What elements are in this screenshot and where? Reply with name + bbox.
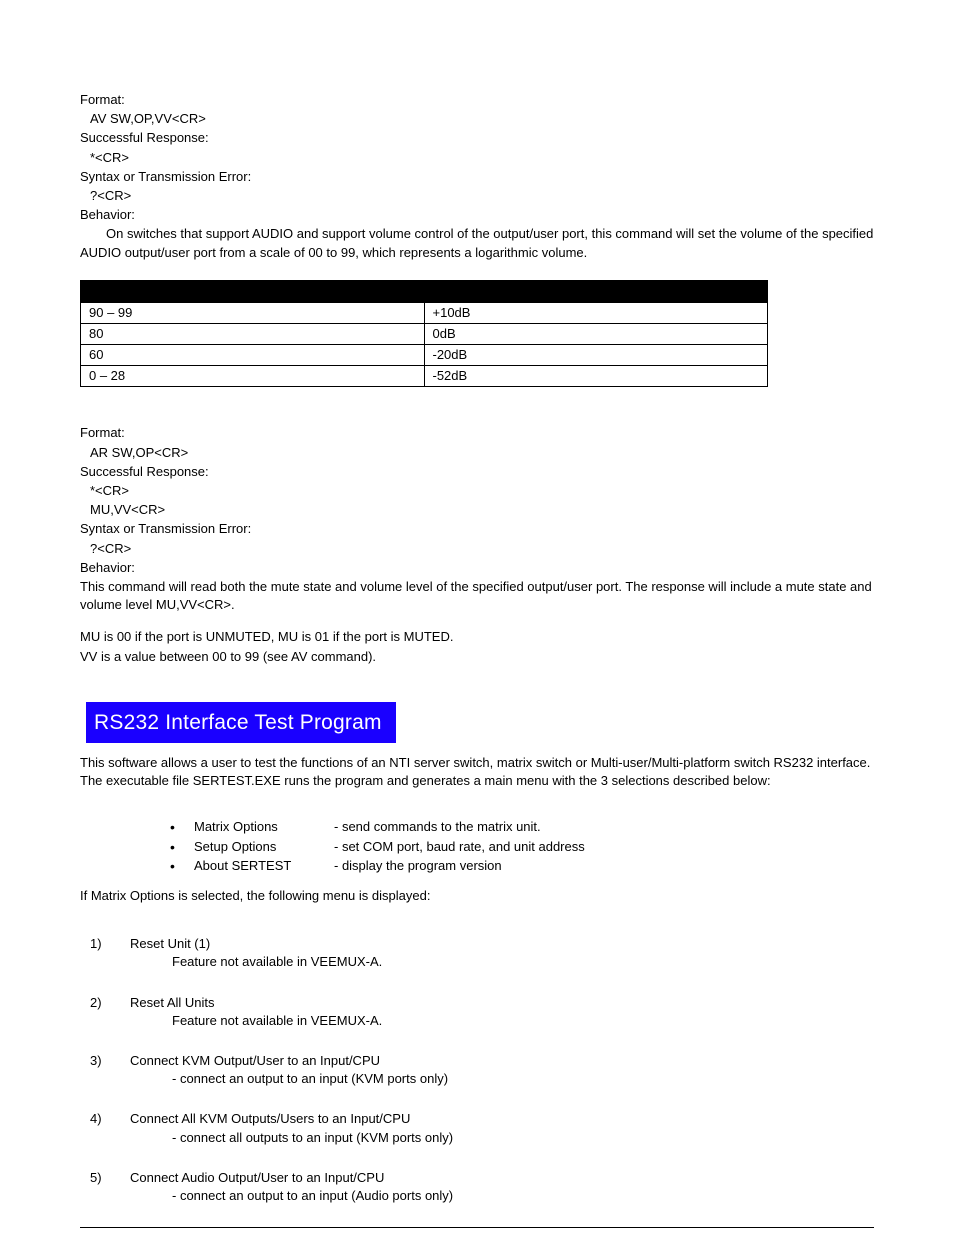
list-item: Matrix Options - send commands to the ma… <box>170 818 874 836</box>
db-header-b <box>424 280 768 302</box>
success-label: Successful Response: <box>80 463 874 481</box>
error-label: Syntax or Transmission Error: <box>80 520 874 538</box>
list-item: About SERTEST - display the program vers… <box>170 857 874 875</box>
cell-b: +10dB <box>424 302 768 323</box>
cell-a: 0 – 28 <box>81 366 425 387</box>
list-num: 5) <box>90 1169 120 1187</box>
list-item: 3) Connect KVM Output/User to an Input/C… <box>90 1052 874 1088</box>
success-line: *<CR> <box>80 149 874 167</box>
cell-b: -20dB <box>424 345 768 366</box>
menu-desc: - send commands to the matrix unit. <box>334 818 541 836</box>
list-num: 2) <box>90 994 120 1012</box>
av-command-section: Format: AV SW,OP,VV<CR> Successful Respo… <box>80 91 874 262</box>
table-row: 90 – 99 +10dB <box>81 302 768 323</box>
cell-a: 80 <box>81 323 425 344</box>
behavior-text: This command will read both the mute sta… <box>80 578 874 614</box>
ar-command-section: Format: AR SW,OP<CR> Successful Response… <box>80 424 874 665</box>
error-line: ?<CR> <box>80 540 874 558</box>
success-line-1: *<CR> <box>80 482 874 500</box>
footer-rule <box>80 1227 874 1228</box>
error-line: ?<CR> <box>80 187 874 205</box>
cell-a: 60 <box>81 345 425 366</box>
table-row: 60 -20dB <box>81 345 768 366</box>
menu-label: About SERTEST <box>194 857 334 875</box>
matrix-options-list: 1) Reset Unit (1) Feature not available … <box>90 935 874 1205</box>
table-row: 0 – 28 -52dB <box>81 366 768 387</box>
behavior-text: On switches that support AUDIO and suppo… <box>80 225 874 261</box>
cell-b: -52dB <box>424 366 768 387</box>
list-title: Connect KVM Output/User to an Input/CPU <box>130 1052 874 1070</box>
list-title: Connect Audio Output/User to an Input/CP… <box>130 1169 874 1187</box>
table-row: 80 0dB <box>81 323 768 344</box>
rs232-heading: RS232 Interface Test Program <box>86 702 396 743</box>
rs232-intro: This software allows a user to test the … <box>80 754 874 790</box>
behavior-label: Behavior: <box>80 559 874 577</box>
menu-label: Matrix Options <box>194 818 334 836</box>
list-num: 3) <box>90 1052 120 1070</box>
cell-b: 0dB <box>424 323 768 344</box>
list-item: Setup Options - set COM port, baud rate,… <box>170 838 874 856</box>
list-sub: Feature not available in VEEMUX-A. <box>130 953 874 971</box>
success-line-2: MU,VV<CR> <box>80 501 874 519</box>
menu-label: Setup Options <box>194 838 334 856</box>
list-num: 1) <box>90 935 120 953</box>
behavior-label: Behavior: <box>80 206 874 224</box>
list-title: Reset All Units <box>130 994 874 1012</box>
format-line: AR SW,OP<CR> <box>80 444 874 462</box>
db-header-a <box>81 280 425 302</box>
list-item: 2) Reset All Units Feature not available… <box>90 994 874 1030</box>
list-item: 5) Connect Audio Output/User to an Input… <box>90 1169 874 1205</box>
mu-line: MU is 00 if the port is UNMUTED, MU is 0… <box>80 628 874 646</box>
menu-desc: - display the program version <box>334 857 502 875</box>
list-sub: - connect an output to an input (Audio p… <box>130 1187 874 1205</box>
success-label: Successful Response: <box>80 129 874 147</box>
main-menu-list: Matrix Options - send commands to the ma… <box>170 818 874 875</box>
format-line: AV SW,OP,VV<CR> <box>80 110 874 128</box>
list-title: Connect All KVM Outputs/Users to an Inpu… <box>130 1110 874 1128</box>
list-title: Reset Unit (1) <box>130 935 874 953</box>
list-sub: Feature not available in VEEMUX-A. <box>130 1012 874 1030</box>
list-sub: - connect an output to an input (KVM por… <box>130 1070 874 1088</box>
vv-line: VV is a value between 00 to 99 (see AV c… <box>80 648 874 666</box>
matrix-intro: If Matrix Options is selected, the follo… <box>80 887 874 905</box>
list-sub: - connect all outputs to an input (KVM p… <box>130 1129 874 1147</box>
format-label: Format: <box>80 91 874 109</box>
list-item: 4) Connect All KVM Outputs/Users to an I… <box>90 1110 874 1146</box>
menu-desc: - set COM port, baud rate, and unit addr… <box>334 838 585 856</box>
cell-a: 90 – 99 <box>81 302 425 323</box>
list-num: 4) <box>90 1110 120 1128</box>
format-label: Format: <box>80 424 874 442</box>
list-item: 1) Reset Unit (1) Feature not available … <box>90 935 874 971</box>
error-label: Syntax or Transmission Error: <box>80 168 874 186</box>
db-table: 90 – 99 +10dB 80 0dB 60 -20dB 0 – 28 -52… <box>80 280 768 388</box>
